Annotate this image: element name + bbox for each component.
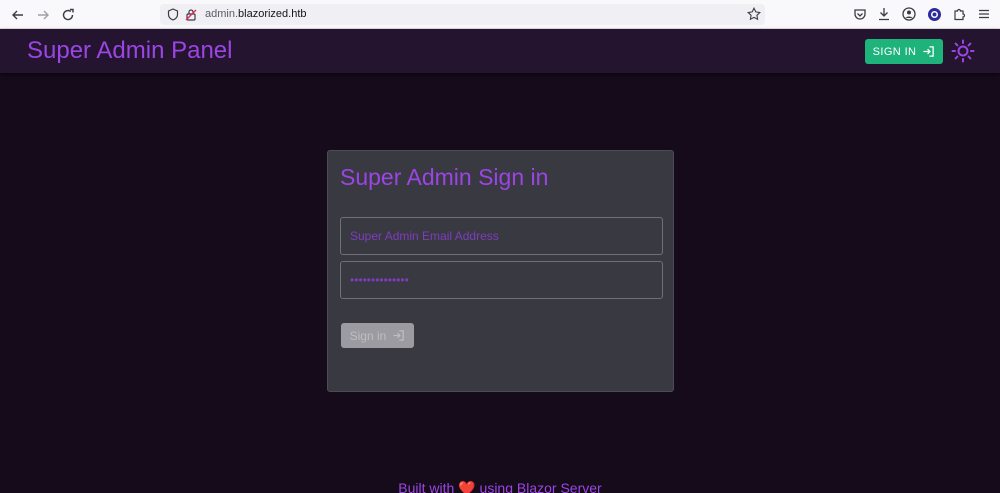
card-sign-in-button[interactable]: Sign in	[341, 323, 414, 348]
password-field[interactable]	[340, 261, 663, 299]
email-input[interactable]	[341, 218, 662, 254]
menu-icon[interactable]	[976, 6, 992, 22]
sign-in-label: SIGN IN	[872, 45, 917, 58]
account-icon[interactable]	[901, 6, 917, 22]
back-icon[interactable]	[8, 5, 28, 25]
shield-icon[interactable]	[166, 7, 180, 21]
email-field[interactable]	[340, 217, 663, 255]
footer-prefix: Built with	[398, 480, 455, 493]
star-icon[interactable]	[747, 7, 761, 21]
url-prefix: admin.	[205, 8, 239, 20]
footer-text: Built with ❤️ using Blazor Server	[0, 480, 1000, 493]
pocket-icon[interactable]	[852, 6, 868, 22]
app-title: Super Admin Panel	[27, 37, 233, 64]
insecure-lock-icon[interactable]	[184, 7, 198, 21]
sign-in-card: Super Admin Sign in Sign in	[327, 150, 674, 392]
theme-toggle-button[interactable]	[950, 38, 976, 64]
card-sign-in-label: Sign in	[349, 328, 387, 343]
browser-toolbar: admin.blazorized.htb	[0, 0, 1000, 29]
forward-icon[interactable]	[33, 5, 53, 25]
sun-icon	[951, 39, 975, 63]
reload-icon[interactable]	[58, 5, 78, 25]
app-bar: Super Admin Panel SIGN IN	[0, 29, 1000, 73]
url-bar[interactable]: admin.blazorized.htb	[160, 4, 765, 25]
card-title: Super Admin Sign in	[340, 164, 549, 190]
download-icon[interactable]	[876, 6, 892, 22]
extensions-icon[interactable]	[951, 6, 967, 22]
password-input[interactable]	[341, 262, 662, 298]
login-icon	[922, 45, 935, 58]
sign-in-button[interactable]: SIGN IN	[865, 39, 943, 64]
url-domain: blazorized.htb	[238, 8, 307, 20]
heart-icon: ❤️	[458, 480, 476, 493]
url-text[interactable]: admin.blazorized.htb	[205, 8, 307, 20]
login-icon	[392, 329, 405, 342]
footer-suffix: using Blazor Server	[479, 480, 602, 493]
extension-badge-icon[interactable]	[926, 6, 942, 22]
